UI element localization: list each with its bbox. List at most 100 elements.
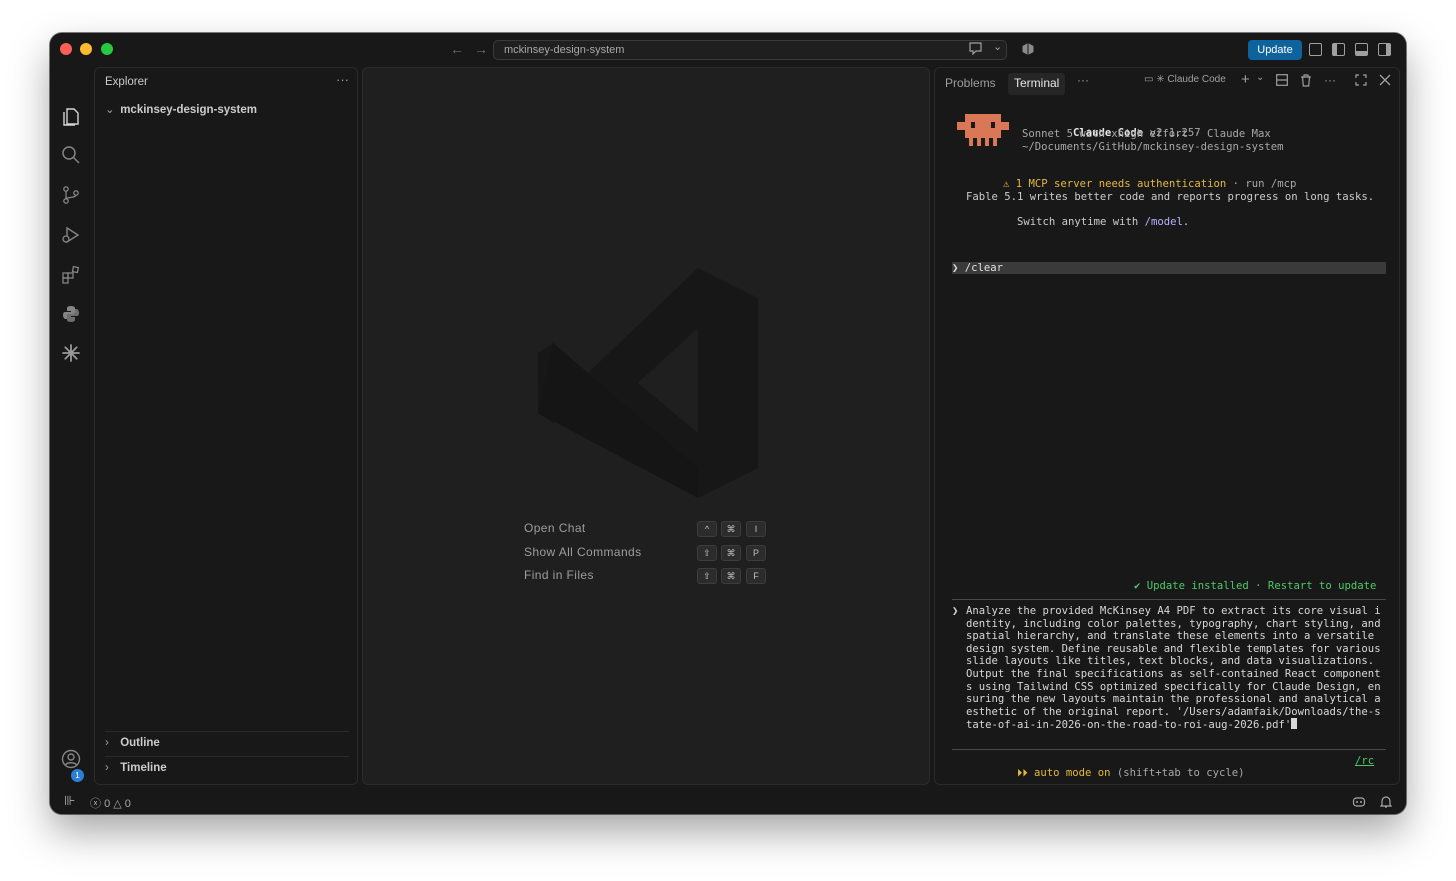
mode-hint: (shift+tab to cycle) (1110, 767, 1245, 779)
key-cap: F (746, 568, 766, 584)
problems-status[interactable]: ⓧ 0 △ 0 (90, 795, 131, 811)
key-cap: P (746, 545, 766, 561)
info-line-2-suffix: . (1182, 216, 1190, 228)
shortcut-label: Show All Commands (524, 545, 642, 559)
text-cursor (1291, 718, 1298, 730)
input-divider-top (952, 599, 1386, 600)
bell-icon[interactable] (1379, 795, 1393, 811)
key-cap: ⇧ (697, 568, 717, 584)
remote-icon[interactable]: ⊪ (64, 793, 75, 809)
warning-hint: · run /mcp (1226, 178, 1297, 190)
explorer-icon[interactable] (60, 105, 82, 127)
tab-terminal[interactable]: Terminal (1008, 73, 1066, 95)
rc-link[interactable]: /rc (1355, 755, 1374, 767)
toggle-primary-sidebar-icon[interactable] (1332, 43, 1345, 56)
sparkle-icon: ✳ (1156, 74, 1165, 85)
info-line-1: Fable 5.1 writes better code and reports… (966, 191, 1375, 203)
split-terminal-icon[interactable] (1276, 74, 1288, 89)
key-cap: I (746, 521, 766, 537)
sidebar-more-actions[interactable]: ··· (336, 72, 349, 87)
terminal-instance-name: Claude Code (1167, 74, 1226, 85)
key-cap: ⌘ (721, 545, 741, 561)
account-icon[interactable] (60, 749, 82, 771)
shortcut-label: Open Chat (524, 521, 586, 535)
status-bar: ⊪ ⓧ 0 △ 0 (50, 790, 1406, 814)
toggle-panel-icon[interactable] (1355, 43, 1368, 56)
minimize-window-button[interactable] (80, 43, 92, 55)
copilot-status-icon[interactable] (1352, 795, 1366, 811)
model-command-link[interactable]: /model (1145, 216, 1183, 228)
tab-problems[interactable]: Problems (939, 73, 1002, 95)
update-button[interactable]: Update (1248, 40, 1302, 60)
folder-name: mckinsey-design-system (120, 104, 257, 116)
error-count: 0 (104, 798, 111, 810)
key-cap: ^ (697, 521, 717, 537)
info-line-2-prefix: Switch anytime with (1017, 216, 1145, 228)
panel-more-actions-2[interactable]: ··· (1324, 73, 1336, 87)
claude-icon[interactable] (60, 343, 82, 365)
warning-count: 0 (124, 798, 131, 810)
zoom-window-button[interactable] (101, 43, 113, 55)
shortcut-show-all-commands[interactable]: Show All Commands ⇧ ⌘ P (524, 545, 774, 563)
auto-mode-label: ⏵⏵ auto mode on (1017, 767, 1111, 779)
chevron-right-icon: › (105, 762, 109, 774)
extensions-icon[interactable] (60, 265, 82, 287)
info-line-2: Switch anytime with /model. (966, 204, 1189, 240)
customize-layout-icon[interactable] (1309, 43, 1322, 56)
chevron-right-icon: › (105, 737, 109, 749)
copilot-icon[interactable] (1021, 42, 1035, 59)
vscode-logo-watermark (538, 268, 758, 498)
outline-section[interactable]: › Outline (105, 731, 349, 755)
explorer-sidebar: Explorer ··· ⌄ mckinsey-design-system › … (94, 67, 358, 785)
command-center-search[interactable]: mckinsey-design-system (493, 40, 1007, 60)
python-icon[interactable] (60, 304, 82, 326)
model-line: Sonnet 5 with xhigh effort · Claude Max (1022, 128, 1271, 140)
close-window-button[interactable] (60, 43, 72, 55)
timeline-section[interactable]: › Timeline (105, 756, 349, 780)
shortcut-open-chat[interactable]: Open Chat ^ ⌘ I (524, 521, 774, 539)
command-highlight (952, 262, 1386, 274)
source-control-icon[interactable] (60, 185, 82, 207)
claude-mascot-icon (957, 114, 1009, 146)
input-divider-bottom (952, 749, 1386, 750)
terminal-panel: Problems Terminal ··· ▭ ✳ Claude Code + … (934, 67, 1400, 785)
editor-area: Open Chat ^ ⌘ I Show All Commands ⇧ ⌘ P … (362, 67, 930, 785)
maximize-panel-icon[interactable] (1355, 74, 1367, 89)
prompt-input[interactable]: Analyze the provided McKinsey A4 PDF to … (966, 605, 1382, 732)
key-cap: ⌘ (721, 568, 741, 584)
prompt-symbol: ❯ (952, 605, 959, 617)
terminal-icon: ▭ (1144, 74, 1154, 85)
folder-root[interactable]: ⌄ mckinsey-design-system (105, 102, 257, 116)
key-cap: ⌘ (721, 521, 741, 537)
shortcut-find-in-files[interactable]: Find in Files ⇧ ⌘ F (524, 568, 774, 586)
search-icon[interactable] (60, 145, 82, 167)
chat-icon[interactable] (968, 41, 983, 58)
warning-icon: △ (113, 798, 122, 810)
update-notice: ✔ Update installed · Restart to update (1134, 580, 1377, 592)
close-panel-icon[interactable] (1379, 74, 1391, 89)
timeline-label: Timeline (120, 762, 167, 774)
vscode-window: ← → mckinsey-design-system ⌄ Update 1 Ex… (50, 33, 1406, 814)
error-icon: ⓧ (90, 798, 101, 810)
working-directory: ~/Documents/GitHub/mckinsey-design-syste… (1022, 141, 1284, 153)
key-cap: ⇧ (697, 545, 717, 561)
panel-more-actions[interactable]: ··· (1077, 73, 1089, 87)
back-arrow-icon[interactable]: ← (450, 41, 464, 57)
new-terminal-icon[interactable]: + (1241, 71, 1250, 88)
command-center-text: mckinsey-design-system (504, 44, 625, 56)
clear-command: ❯ /clear (952, 262, 1004, 274)
chevron-down-icon[interactable]: ⌄ (1256, 72, 1264, 83)
warning-text: ⚠ 1 MCP server needs authentication (1003, 178, 1227, 190)
chevron-down-icon: ⌄ (105, 104, 115, 116)
activity-bar (50, 67, 92, 807)
mode-line: ⏵⏵ auto mode on (shift+tab to cycle) (966, 755, 1244, 792)
terminal-instance[interactable]: ▭ ✳ Claude Code (1144, 74, 1226, 85)
settings-badge: 1 (71, 769, 84, 782)
forward-arrow-icon[interactable]: → (474, 41, 488, 57)
toggle-secondary-sidebar-icon[interactable] (1378, 43, 1391, 56)
run-debug-icon[interactable] (60, 225, 82, 247)
trash-icon[interactable] (1300, 74, 1312, 90)
chevron-down-icon[interactable]: ⌄ (993, 40, 1002, 53)
shortcut-label: Find in Files (524, 568, 594, 582)
title-bar: ← → mckinsey-design-system ⌄ Update (50, 33, 1406, 67)
